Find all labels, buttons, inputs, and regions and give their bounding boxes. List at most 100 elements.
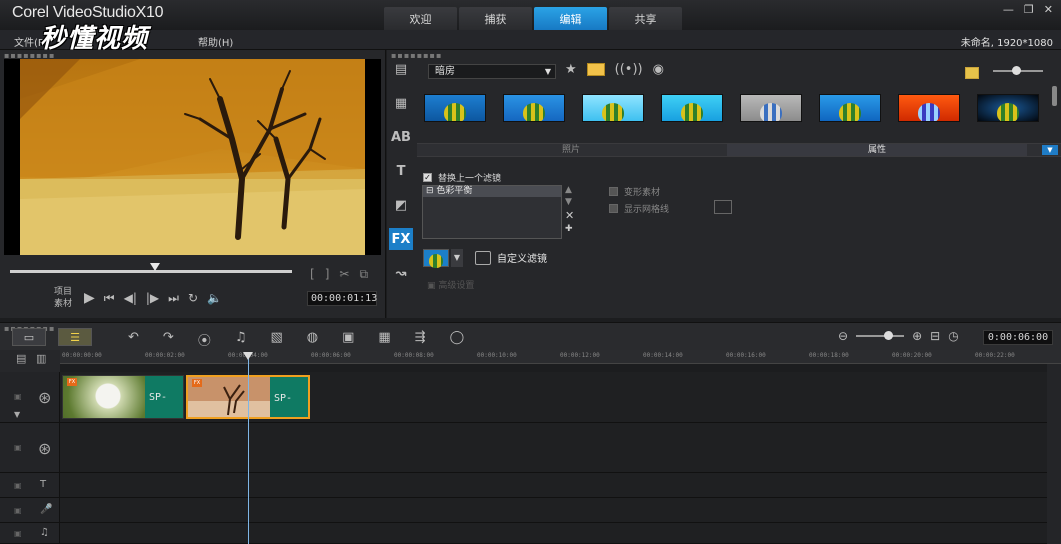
graphic-icon[interactable]: ◩ xyxy=(389,194,413,216)
track-manager-icon[interactable]: ▤ xyxy=(16,352,26,365)
timeline-scrollbar[interactable] xyxy=(1047,364,1061,544)
next-frame-icon[interactable]: |▶ xyxy=(146,291,159,305)
list-view-icon[interactable] xyxy=(965,67,979,79)
track-body[interactable]: FX SP-I01. FX SP-I03 xyxy=(60,372,1047,422)
track-body[interactable] xyxy=(60,498,1047,522)
record-capture-icon[interactable]: ⦿ xyxy=(198,330,211,349)
subtitle-editor-icon[interactable]: ▣ xyxy=(342,330,354,349)
storyboard-view-button[interactable]: ▭ xyxy=(12,328,46,346)
minimize-icon[interactable]: — xyxy=(1003,3,1014,16)
track-toggle-icon[interactable]: ▣ xyxy=(14,506,22,515)
filter-preset-thumb[interactable] xyxy=(423,249,449,268)
filter-thumb[interactable] xyxy=(661,94,723,122)
instant-project-icon[interactable]: ▦ xyxy=(389,92,413,114)
previous-frame-icon[interactable]: ◀| xyxy=(124,291,137,305)
undo-icon[interactable]: ↶ xyxy=(128,330,139,349)
store-icon[interactable]: ◉ xyxy=(653,62,664,77)
checkbox-unchecked[interactable] xyxy=(609,204,618,213)
zoom-out-icon[interactable]: ⊖ xyxy=(838,329,848,343)
move-up-icon[interactable]: ▲ xyxy=(565,185,574,195)
menu-help[interactable]: 帮助(H) xyxy=(198,34,233,49)
mark-out-icon[interactable]: ] xyxy=(325,267,330,282)
split-clip-icon[interactable]: ✂ xyxy=(339,267,349,282)
mask-creator-icon[interactable]: ◯ xyxy=(450,330,465,349)
chevron-down-icon[interactable]: ▼ xyxy=(1042,145,1058,155)
restore-icon[interactable]: ❐ xyxy=(1024,3,1034,16)
scrubber-handle[interactable] xyxy=(150,263,160,271)
applied-filter-list[interactable]: ⊟ 色彩平衡 xyxy=(422,185,562,239)
library-scrollbar[interactable] xyxy=(1052,86,1057,106)
timeline-ruler[interactable]: 00:00:00:00 00:00:02:00 00:00:04:00 00:0… xyxy=(60,350,1061,364)
filter-category-dropdown[interactable]: 暗房 ▼ xyxy=(428,64,556,79)
replace-last-filter-option[interactable]: ✓ 替换上一个滤镜 xyxy=(423,171,501,184)
tab-edit[interactable]: 编辑 xyxy=(534,7,607,30)
tab-photo[interactable]: 照片 xyxy=(417,144,725,156)
tab-welcome[interactable]: 欢迎 xyxy=(384,7,457,30)
tab-capture[interactable]: 捕获 xyxy=(459,7,532,30)
filter-thumb[interactable] xyxy=(740,94,802,122)
filter-thumb[interactable] xyxy=(898,94,960,122)
timeline-view-button[interactable]: ☰ xyxy=(58,328,92,346)
transform-clip-option[interactable]: 变形素材 xyxy=(609,185,660,198)
video-clip[interactable]: FX SP-I01. xyxy=(62,375,184,419)
favorite-star-icon[interactable]: ★ xyxy=(565,62,577,77)
filter-thumb[interactable] xyxy=(582,94,644,122)
delete-filter-icon[interactable]: ✕ xyxy=(565,209,574,222)
mode-project[interactable]: 项目 xyxy=(54,286,72,298)
home-icon[interactable]: ⏮ xyxy=(104,291,115,306)
track-toggle-icon[interactable]: ▣ xyxy=(14,481,22,490)
fit-project-icon[interactable]: ⊟ xyxy=(930,329,940,343)
repeat-icon[interactable]: ↻ xyxy=(188,291,198,305)
enlarge-preview-icon[interactable]: ⧉ xyxy=(359,267,368,282)
zoom-in-icon[interactable]: ⊕ xyxy=(912,329,922,343)
slider-knob[interactable] xyxy=(1012,66,1021,75)
track-toggle-icon[interactable]: ▣ xyxy=(14,392,22,401)
tab-share[interactable]: 共享 xyxy=(609,7,682,30)
chevron-down-icon[interactable]: ▼ xyxy=(14,410,20,419)
track-toggle-icon[interactable]: ▣ xyxy=(14,443,22,452)
custom-filter-button[interactable]: 自定义滤镜 xyxy=(475,250,547,265)
filter-thumb[interactable] xyxy=(503,94,565,122)
show-grid-option[interactable]: 显示网格线 xyxy=(609,202,669,215)
track-body[interactable] xyxy=(60,423,1047,472)
filter-thumb[interactable] xyxy=(819,94,881,122)
track-toggle-icon[interactable]: ▣ xyxy=(14,529,22,538)
filter-fx-icon[interactable]: FX xyxy=(389,228,413,250)
motion-tracking-icon[interactable]: ▧ xyxy=(270,330,282,349)
player-timecode[interactable]: 00:00:01:13 xyxy=(307,291,377,306)
mark-in-icon[interactable]: [ xyxy=(310,267,315,282)
transition-icon[interactable]: AB xyxy=(389,126,413,148)
media-icon[interactable]: ▤ xyxy=(389,58,413,80)
close-icon[interactable]: ✕ xyxy=(1044,3,1053,16)
motion-path-icon[interactable]: ↝ xyxy=(389,262,413,284)
title-icon[interactable]: T xyxy=(389,160,413,182)
redo-icon[interactable]: ↷ xyxy=(163,330,174,349)
filter-list-item[interactable]: ⊟ 色彩平衡 xyxy=(423,186,561,197)
tab-attributes[interactable]: 属性 xyxy=(727,144,1027,156)
play-icon[interactable]: ▶ xyxy=(84,290,95,306)
zoom-knob[interactable] xyxy=(884,331,894,340)
checkbox-checked[interactable]: ✓ xyxy=(423,173,432,182)
chapter-cue-icon[interactable]: ▥ xyxy=(36,352,46,365)
folder-icon[interactable] xyxy=(586,63,605,76)
end-icon[interactable]: ⏭ xyxy=(168,291,179,306)
audio-mixer-icon[interactable]: ♫ xyxy=(235,330,247,349)
mode-clip[interactable]: 素材 xyxy=(54,298,72,310)
checkbox-unchecked[interactable] xyxy=(609,187,618,196)
audio-filter-icon[interactable]: ((•)) xyxy=(615,62,643,77)
add-filter-icon[interactable]: ✚ xyxy=(565,224,574,234)
preset-dropdown[interactable]: ▼ xyxy=(451,249,463,267)
volume-icon[interactable]: 🔈 xyxy=(207,291,222,305)
multi-camera-icon[interactable]: ◍ xyxy=(307,330,318,349)
zoom-slider[interactable] xyxy=(856,331,905,340)
track-body[interactable] xyxy=(60,473,1047,497)
time-remap-icon[interactable]: ⇶ xyxy=(415,330,426,349)
playhead-handle[interactable] xyxy=(243,352,253,360)
grid-settings-icon[interactable] xyxy=(714,200,732,214)
filter-thumb[interactable] xyxy=(424,94,486,122)
multi-trim-icon[interactable]: ▦ xyxy=(378,330,390,349)
track-body[interactable] xyxy=(60,523,1047,543)
balloon-icon xyxy=(760,103,782,121)
move-down-icon[interactable]: ▼ xyxy=(565,197,574,207)
filter-thumb[interactable] xyxy=(977,94,1039,122)
